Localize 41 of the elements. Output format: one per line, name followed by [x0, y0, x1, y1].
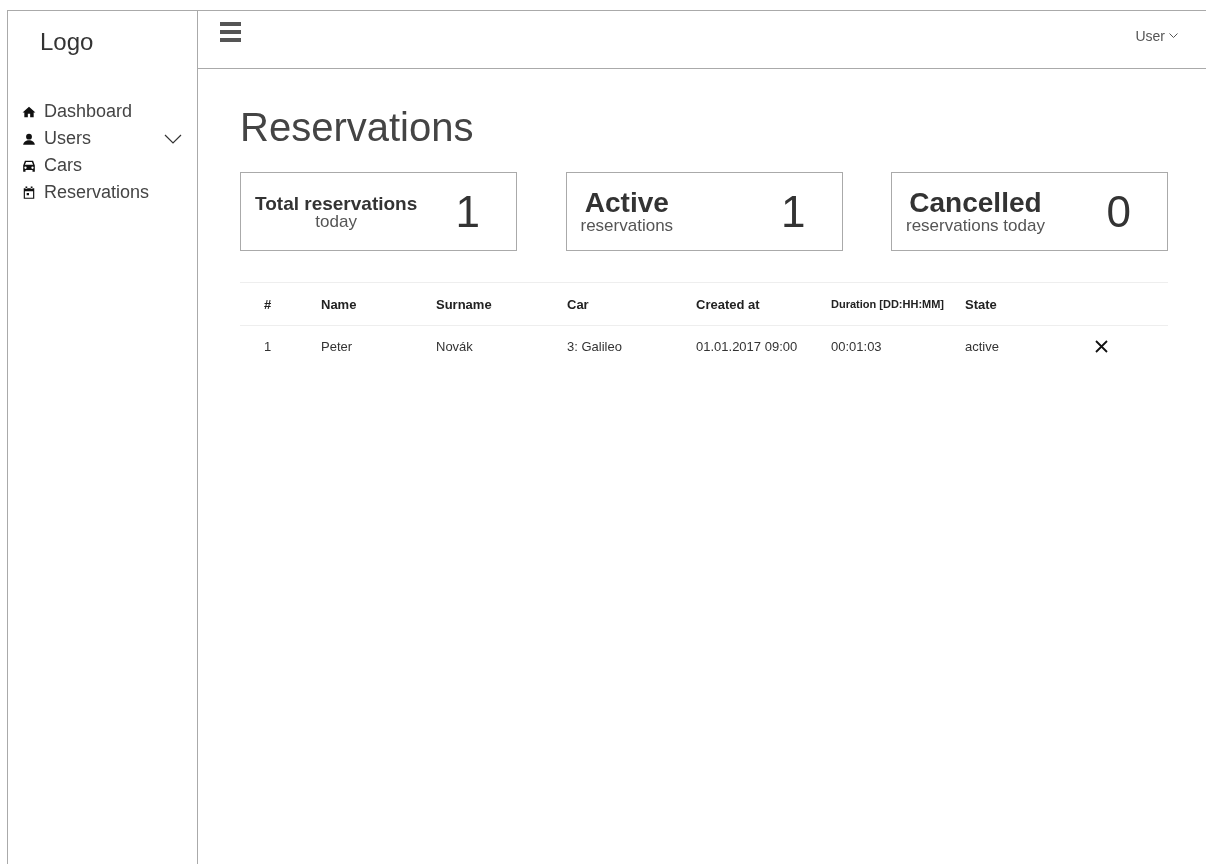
- nav-label: Reservations: [44, 182, 151, 203]
- logo: Logo: [39, 27, 95, 57]
- table-cell: Novák: [436, 325, 567, 366]
- column-header: Surname: [436, 282, 567, 326]
- column-header: Created at: [696, 282, 831, 326]
- car-icon: [22, 158, 36, 173]
- calendar-icon: [22, 185, 36, 200]
- chevron-down-icon: [1169, 32, 1178, 39]
- table-cell: 01.01.2017 09:00: [696, 325, 831, 366]
- nav-item[interactable]: Cars: [22, 155, 182, 176]
- stat-title: Cancelled: [909, 189, 1042, 217]
- close-button[interactable]: [1095, 339, 1108, 353]
- stat-value: 1: [455, 186, 480, 237]
- table-cell: 3: Galileo: [567, 325, 696, 366]
- table-cell: Peter: [321, 325, 436, 366]
- column-header: Duration [DD:HH:MM]: [831, 282, 965, 326]
- nav-label: Dashboard: [44, 101, 134, 122]
- stat-title: Total reservations: [255, 193, 418, 213]
- user-menu[interactable]: User: [1135, 27, 1178, 44]
- column-header: Car: [567, 282, 696, 326]
- menu-icon[interactable]: [220, 21, 241, 42]
- home-icon: [22, 104, 36, 119]
- nav-item[interactable]: Dashboard: [22, 101, 182, 122]
- page-title: Reservations: [240, 105, 475, 150]
- stat-value: 0: [1106, 186, 1131, 237]
- nav-item[interactable]: Reservations: [22, 182, 182, 203]
- nav-item[interactable]: Users: [22, 128, 182, 149]
- stat-subtitle: reservations today: [906, 217, 1045, 234]
- table-cell: active: [965, 325, 1085, 366]
- nav-label: Cars: [44, 155, 83, 176]
- column-header: Name: [321, 282, 436, 326]
- stat-subtitle: today: [315, 212, 357, 230]
- column-header: #: [240, 282, 321, 326]
- stat-title: Active: [584, 189, 669, 217]
- nav-label: Users: [44, 128, 92, 149]
- column-header: State: [965, 282, 1085, 326]
- stat-subtitle: reservations: [580, 217, 674, 234]
- stat-value: 1: [781, 186, 806, 237]
- table-cell: 00:01:03: [831, 325, 965, 366]
- user-icon: [22, 131, 36, 146]
- table-cell: 1: [240, 325, 321, 366]
